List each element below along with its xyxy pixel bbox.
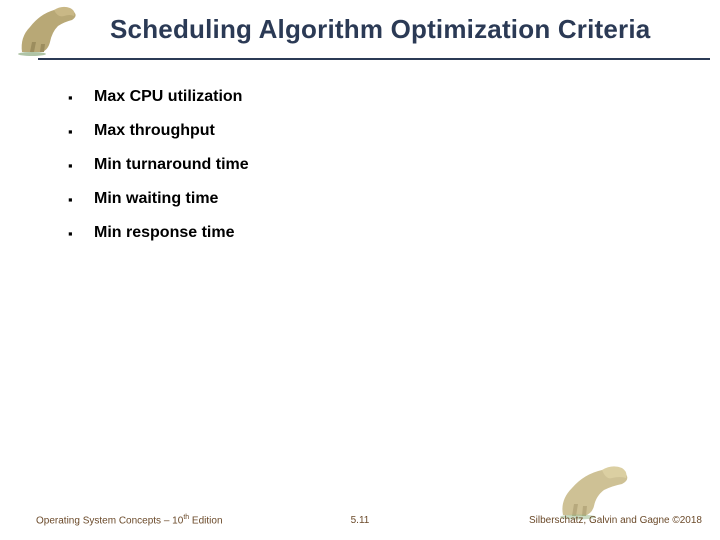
- left-sidebar: [0, 0, 32, 540]
- slide-footer: Operating System Concepts – 10th Edition…: [0, 504, 720, 540]
- bullet-text: Min waiting time: [94, 190, 218, 208]
- bullet-text: Min turnaround time: [94, 156, 249, 174]
- slide-header: Scheduling Algorithm Optimization Criter…: [0, 0, 720, 62]
- bullet-list: ▪ Max CPU utilization ▪ Max throughput ▪…: [68, 88, 688, 258]
- bullet-text: Max throughput: [94, 122, 215, 140]
- square-bullet-icon: ▪: [68, 193, 80, 206]
- slide-title: Scheduling Algorithm Optimization Criter…: [110, 14, 710, 45]
- list-item: ▪ Min response time: [68, 224, 688, 242]
- square-bullet-icon: ▪: [68, 159, 80, 172]
- square-bullet-icon: ▪: [68, 91, 80, 104]
- square-bullet-icon: ▪: [68, 227, 80, 240]
- header-divider: [38, 58, 710, 60]
- square-bullet-icon: ▪: [68, 125, 80, 138]
- list-item: ▪ Min waiting time: [68, 190, 688, 208]
- bullet-text: Min response time: [94, 224, 234, 242]
- footer-copyright: Silberschatz, Galvin and Gagne ©2018: [529, 515, 702, 526]
- slide: Scheduling Algorithm Optimization Criter…: [0, 0, 720, 540]
- list-item: ▪ Max throughput: [68, 122, 688, 140]
- list-item: ▪ Max CPU utilization: [68, 88, 688, 106]
- dinosaur-logo-icon: [12, 2, 92, 57]
- bullet-text: Max CPU utilization: [94, 88, 242, 106]
- list-item: ▪ Min turnaround time: [68, 156, 688, 174]
